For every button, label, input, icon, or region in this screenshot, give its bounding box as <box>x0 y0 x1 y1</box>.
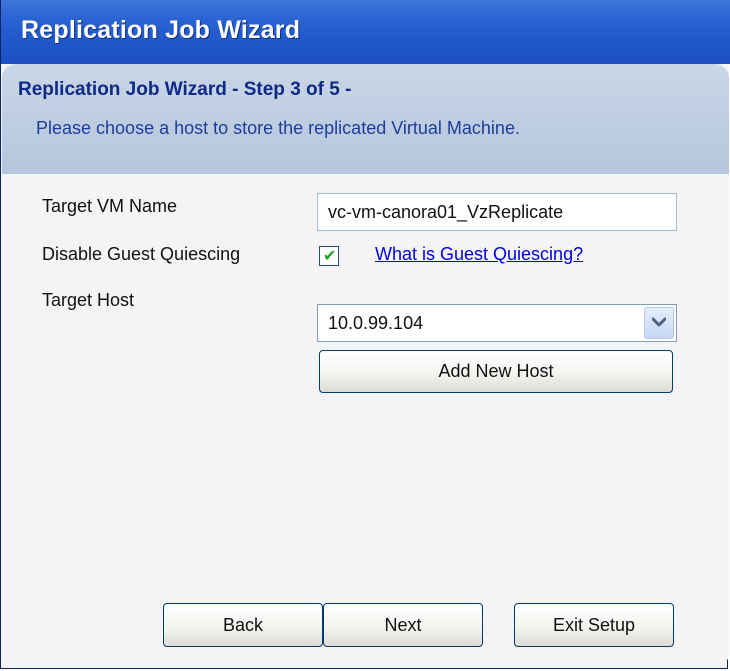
step-title: Replication Job Wizard - Step 3 of 5 - <box>18 79 352 100</box>
form-area: Target VM Name vc-vm-canora01_VzReplicat… <box>2 174 729 667</box>
next-button[interactable]: Next <box>323 603 483 647</box>
window-title: Replication Job Wizard <box>21 16 301 44</box>
exit-setup-button[interactable]: Exit Setup <box>514 603 674 647</box>
disable-guest-quiescing-label: Disable Guest Quiescing <box>42 244 241 264</box>
step-header: Replication Job Wizard - Step 3 of 5 - P… <box>2 64 729 174</box>
step-description: Please choose a host to store the replic… <box>36 118 520 138</box>
wizard-panel: Replication Job Wizard - Step 3 of 5 - P… <box>2 64 729 667</box>
target-host-dropdown-button[interactable] <box>644 307 674 339</box>
target-vm-name-input[interactable]: vc-vm-canora01_VzReplicate <box>317 193 677 231</box>
check-icon: ✔ <box>323 246 337 265</box>
disable-guest-quiescing-checkbox[interactable]: ✔ <box>319 246 339 266</box>
guest-quiescing-help-link[interactable]: What is Guest Quiescing? <box>375 244 583 265</box>
target-host-label: Target Host <box>42 290 135 310</box>
wizard-window: Replication Job Wizard Replication Job W… <box>0 0 730 669</box>
chevron-down-icon <box>652 317 666 327</box>
back-button[interactable]: Back <box>163 603 323 647</box>
target-host-value: 10.0.99.104 <box>328 313 424 333</box>
target-host-select[interactable]: 10.0.99.104 <box>317 304 677 342</box>
title-bar[interactable]: Replication Job Wizard <box>1 0 730 64</box>
back-button-label: Back <box>222 615 264 635</box>
add-new-host-button-label: Add New Host <box>438 361 554 381</box>
add-new-host-button[interactable]: Add New Host <box>319 350 673 393</box>
next-button-label: Next <box>384 615 422 635</box>
target-vm-name-label: Target VM Name <box>42 196 178 216</box>
exit-setup-button-label: Exit Setup <box>552 615 636 635</box>
